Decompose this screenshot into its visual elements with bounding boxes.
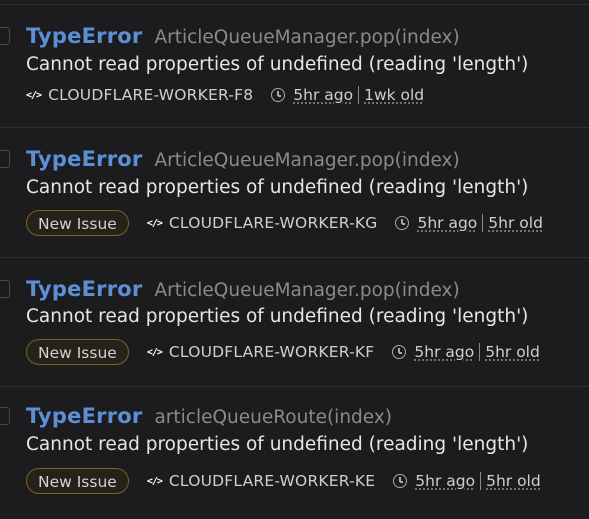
issue-select-checkbox[interactable]	[0, 150, 10, 168]
issue-culprit: ArticleQueueManager.pop(index)	[154, 280, 460, 301]
issue-select-checkbox[interactable]	[0, 280, 10, 298]
clock-icon	[271, 88, 286, 102]
issue-row[interactable]: TypeError ArticleQueueManager.pop(index) …	[0, 4, 589, 127]
issue-culprit: ArticleQueueManager.pop(index)	[154, 150, 460, 171]
issue-row[interactable]: TypeError ArticleQueueManager.pop(index) …	[0, 257, 589, 386]
error-type[interactable]: TypeError	[26, 24, 142, 48]
issue-meta: New Issue </> CLOUDFLARE-WORKER-KF 5hr a…	[26, 338, 540, 366]
issue-list: TypeError ArticleQueueManager.pop(index) …	[0, 0, 589, 519]
issue-row[interactable]: TypeError articleQueueRoute(index) Cannot…	[0, 386, 589, 519]
issue-meta: New Issue </> CLOUDFLARE-WORKER-KG 5hr a…	[26, 209, 543, 237]
issue-title[interactable]: TypeError ArticleQueueManager.pop(index)	[26, 147, 460, 171]
code-icon: </>	[26, 89, 42, 101]
code-icon: </>	[146, 346, 163, 358]
first-seen[interactable]: 5hr old	[488, 214, 543, 232]
clock-icon	[395, 216, 410, 230]
error-message: Cannot read properties of undefined (rea…	[26, 54, 529, 75]
divider	[358, 86, 360, 104]
error-message: Cannot read properties of undefined (rea…	[26, 306, 529, 327]
first-seen[interactable]: 5hr old	[485, 343, 540, 361]
issue-select-checkbox[interactable]	[0, 407, 10, 425]
last-seen[interactable]: 5hr ago	[293, 86, 353, 104]
error-message: Cannot read properties of undefined (rea…	[26, 434, 529, 455]
issue-row[interactable]: TypeError ArticleQueueManager.pop(index) …	[0, 127, 589, 257]
error-message: Cannot read properties of undefined (rea…	[26, 177, 529, 198]
project-name[interactable]: CLOUDFLARE-WORKER-KG	[169, 214, 378, 232]
issue-title[interactable]: TypeError articleQueueRoute(index)	[26, 404, 392, 428]
divider	[480, 472, 482, 490]
project-name[interactable]: CLOUDFLARE-WORKER-F8	[48, 86, 253, 104]
issue-title[interactable]: TypeError ArticleQueueManager.pop(index)	[26, 24, 460, 48]
code-icon: </>	[146, 217, 163, 229]
issue-meta: </> CLOUDFLARE-WORKER-F8 5hr ago 1wk old	[26, 81, 424, 109]
issue-culprit: ArticleQueueManager.pop(index)	[154, 27, 460, 48]
error-type[interactable]: TypeError	[26, 404, 142, 428]
divider	[479, 343, 481, 361]
divider	[482, 214, 484, 232]
issue-culprit: articleQueueRoute(index)	[154, 407, 393, 428]
clock-icon	[392, 345, 407, 359]
last-seen[interactable]: 5hr ago	[414, 343, 474, 361]
issue-meta: New Issue </> CLOUDFLARE-WORKER-KE 5hr a…	[26, 467, 541, 495]
error-type[interactable]: TypeError	[26, 277, 142, 301]
clock-icon	[393, 474, 408, 488]
new-issue-badge: New Issue	[26, 210, 129, 236]
error-type[interactable]: TypeError	[26, 147, 142, 171]
last-seen[interactable]: 5hr ago	[417, 214, 477, 232]
last-seen[interactable]: 5hr ago	[415, 472, 475, 490]
issue-title[interactable]: TypeError ArticleQueueManager.pop(index)	[26, 277, 460, 301]
project-name[interactable]: CLOUDFLARE-WORKER-KE	[169, 472, 375, 490]
new-issue-badge: New Issue	[26, 339, 129, 365]
first-seen[interactable]: 1wk old	[364, 86, 424, 104]
first-seen[interactable]: 5hr old	[486, 472, 541, 490]
code-icon: </>	[146, 475, 163, 487]
issue-select-checkbox[interactable]	[0, 27, 10, 45]
new-issue-badge: New Issue	[26, 468, 129, 494]
project-name[interactable]: CLOUDFLARE-WORKER-KF	[169, 343, 375, 361]
